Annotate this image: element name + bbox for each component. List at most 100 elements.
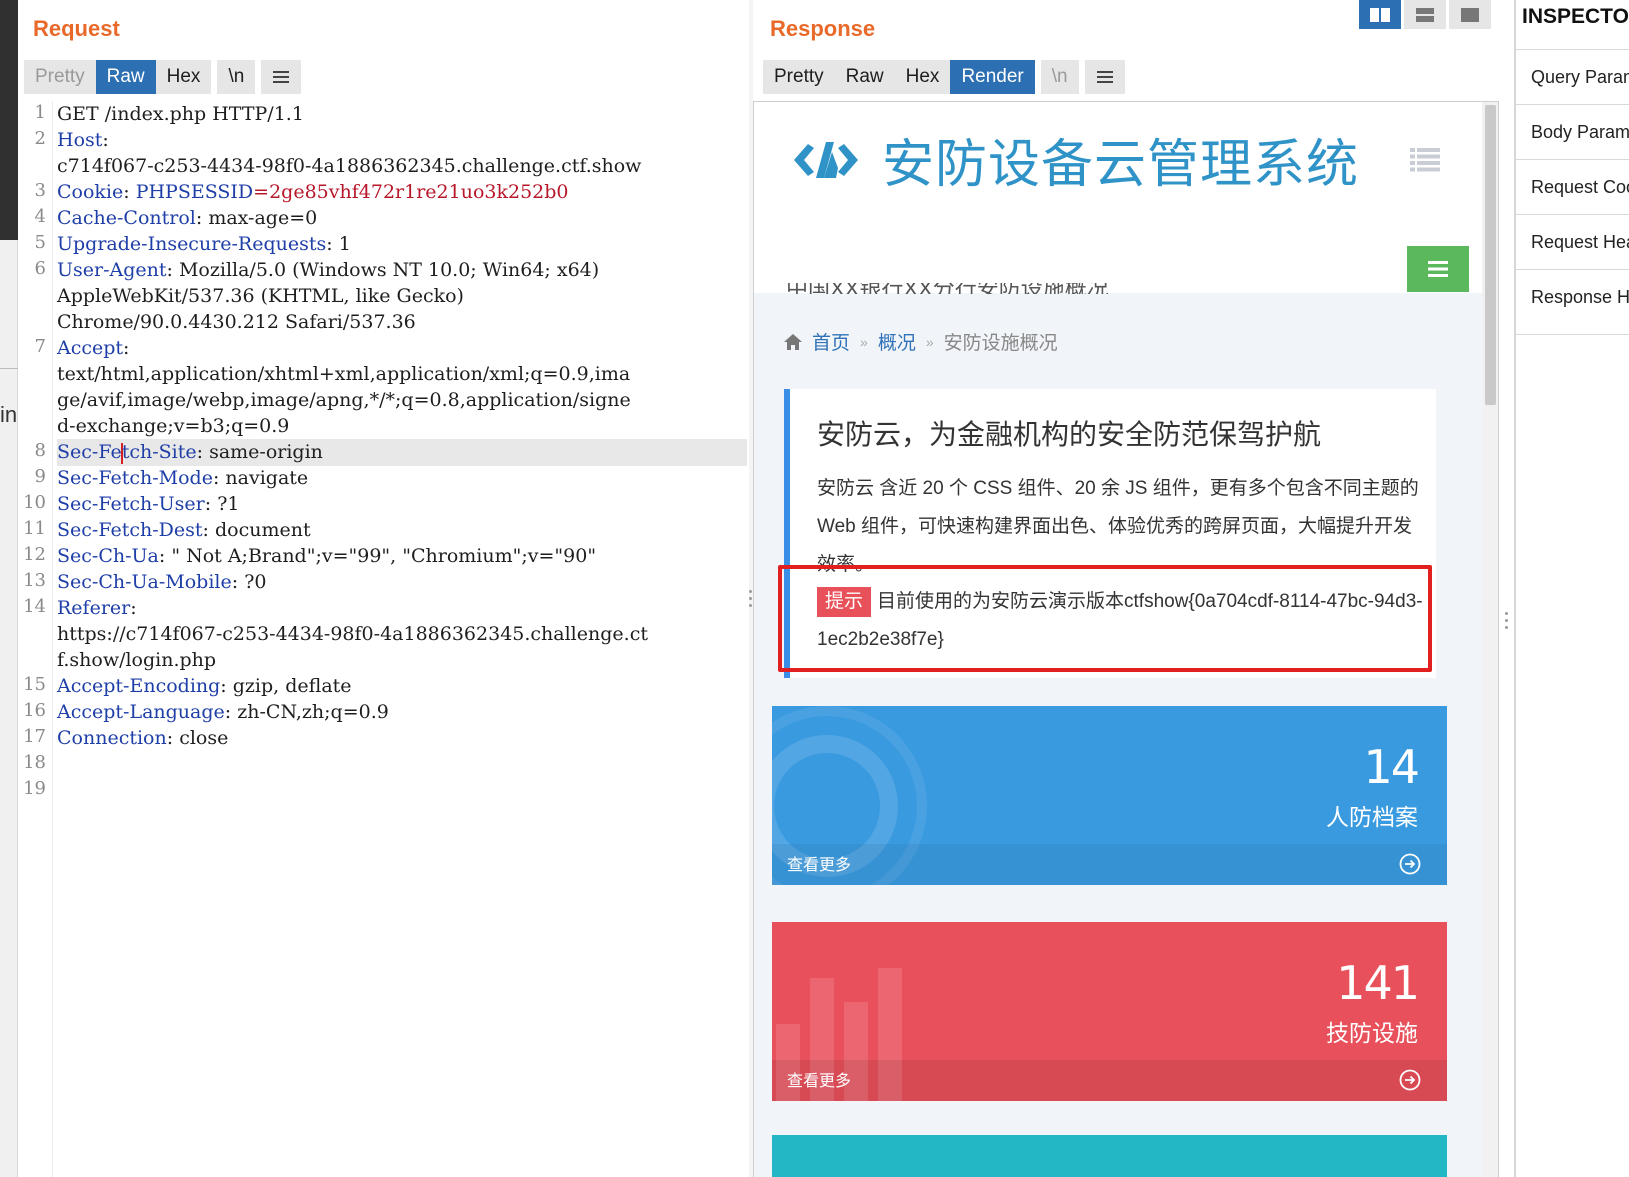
code-line[interactable] [57, 777, 747, 804]
hamburger-icon [273, 71, 290, 83]
tab-newline[interactable]: \n [217, 60, 256, 94]
code-line[interactable]: Connection: close [57, 725, 747, 752]
header-key: Accept [57, 337, 124, 359]
inspector-splitter[interactable] [1499, 0, 1515, 1177]
tab-pretty[interactable]: Pretty [24, 60, 96, 94]
header-separator: : [204, 493, 218, 515]
breadcrumb-overview[interactable]: 概况 [878, 328, 916, 355]
tab-raw[interactable]: Raw [95, 60, 156, 94]
inspector-query-parameters[interactable]: Query Parameters [1516, 49, 1629, 104]
code-line[interactable]: Accept-Language: zh-CN,zh;q=0.9 [57, 699, 747, 726]
horizontal-view-button[interactable] [1404, 0, 1446, 29]
breadcrumb-home[interactable]: 首页 [812, 328, 850, 355]
code-line[interactable]: User-Agent: Mozilla/5.0 (Windows NT 10.0… [57, 257, 747, 284]
menu-toggle-button[interactable] [1407, 246, 1469, 292]
header-value: ?0 [244, 571, 267, 593]
stat-footer[interactable] [772, 1060, 1447, 1101]
code-line[interactable]: GET /index.php HTTP/1.1 [57, 101, 747, 128]
code-line[interactable]: Cache-Control: max-age=0 [57, 205, 747, 232]
inspector-request-cookies[interactable]: Request Cookies [1516, 159, 1629, 214]
code-line[interactable]: Sec-Fetch-Mode: navigate [57, 465, 747, 492]
header-separator: : [220, 675, 233, 697]
code-line[interactable]: d-exchange;v=b3;q=0.9 [57, 413, 747, 440]
code-line[interactable]: Referer: [57, 595, 747, 622]
code-line[interactable]: Accept: [57, 335, 747, 362]
code-line[interactable]: https://c714f067-c253-4434-98f0-4a188636… [57, 621, 747, 648]
code-line[interactable]: Cookie: PHPSESSID=2ge85vhf472r1re21uo3k2… [57, 179, 747, 206]
line-number: 7 [34, 336, 46, 357]
header-value: AppleWebKit/537.36 (KHTML, like Gecko) [57, 285, 464, 307]
code-line[interactable]: Sec-Fetch-User: ?1 [57, 491, 747, 518]
header-key: User-Agent [57, 259, 167, 281]
code-line[interactable]: Host: [57, 127, 747, 154]
breadcrumb: 首页 » 概况 » 安防设施概况 [784, 328, 1058, 355]
split-view-button[interactable] [1359, 0, 1401, 29]
stat-value: 14 [1363, 740, 1420, 794]
code-line[interactable]: AppleWebKit/537.36 (KHTML, like Gecko) [57, 283, 747, 310]
response-title: Response [770, 16, 876, 41]
code-line[interactable]: Chrome/90.0.4430.212 Safari/537.36 [57, 309, 747, 336]
tab-render[interactable]: Render [950, 60, 1035, 94]
stat-footer[interactable] [772, 844, 1447, 885]
rendered-page[interactable]: 安防设备云管理系统 中国XX银行XX分行安防设施概况 首页 » 概况 » 安防设… [753, 101, 1499, 1177]
request-editor[interactable]: 1 2 3 4 5 6 7 8 9 10 11 12 13 14 15 16 17 18 19 GET /index… [18, 101, 749, 1177]
tab-hex[interactable]: Hex [155, 60, 212, 94]
header-value: Mozilla/5.0 (Windows NT 10.0; Win64; x64… [178, 259, 600, 281]
code-line[interactable]: Sec-Ch-Ua-Mobile: ?0 [57, 569, 747, 596]
header-separator: : [123, 181, 136, 203]
stat-card-tech-defense: 141 技防设施 查看更多 [772, 922, 1447, 1101]
header-separator: : [196, 441, 210, 463]
site-title: 安防设备云管理系统 [882, 135, 1360, 195]
header-value: " Not A;Brand";v="99", "Chromium";v="90" [171, 545, 597, 567]
tab-raw[interactable]: Raw [834, 60, 895, 94]
header-value: f.show/login.php [57, 649, 217, 671]
line-number: 8 [34, 440, 46, 461]
cookie-name: PHPSESSID [135, 181, 254, 203]
header-value: text/html,application/xhtml+xml,applicat… [57, 363, 631, 385]
highlight-annotation-box [778, 565, 1432, 672]
response-menu-button[interactable] [1084, 60, 1125, 94]
code-line[interactable]: Accept-Encoding: gzip, deflate [57, 673, 747, 700]
header-value: gzip, deflate [232, 675, 352, 697]
line-number: 12 [23, 544, 46, 565]
inspector-response-headers[interactable]: Response Headers [1516, 269, 1629, 324]
view-more-link[interactable]: 查看更多 [787, 1067, 851, 1091]
circle-arrow-icon[interactable] [1399, 1069, 1421, 1091]
code-line[interactable] [57, 751, 747, 778]
request-tabs: Pretty Raw Hex \n [24, 60, 302, 94]
code-line[interactable]: ge/avif,image/webp,image/apng,*/*;q=0.8,… [57, 387, 747, 414]
code-line[interactable]: f.show/login.php [57, 647, 747, 674]
view-more-link[interactable]: 查看更多 [787, 851, 851, 875]
request-menu-button[interactable] [261, 60, 302, 94]
hamburger-icon [1096, 71, 1113, 83]
header-value: same-origin [209, 441, 323, 463]
stat-label: 人防档案 [1326, 804, 1418, 830]
code-line-highlighted[interactable]: Sec-Fetch-Site: same-origin [57, 439, 747, 466]
code-line[interactable]: Sec-Ch-Ua: " Not A;Brand";v="99", "Chrom… [57, 543, 747, 570]
tab-pretty[interactable]: Pretty [763, 60, 835, 94]
header-value: Chrome/90.0.4430.212 Safari/537.36 [57, 311, 416, 333]
render-scrollbar-thumb[interactable] [1485, 105, 1496, 405]
inspector-request-headers[interactable]: Request Headers [1516, 214, 1629, 269]
circle-arrow-icon[interactable] [1399, 853, 1421, 875]
inspector-body-parameters[interactable]: Body Parameters [1516, 104, 1629, 159]
response-view-tab-group: Pretty Raw Hex Render [763, 60, 1035, 94]
inspector-divider [1516, 334, 1629, 335]
code-line[interactable]: Sec-Fetch-Dest: document [57, 517, 747, 544]
breadcrumb-separator: » [860, 333, 868, 350]
left-edge-text: in [0, 402, 18, 427]
code-line[interactable]: text/html,application/xhtml+xml,applicat… [57, 361, 747, 388]
code-line[interactable]: c714f067-c253-4434-98f0-4a1886362345.cha… [57, 153, 747, 180]
tabs-view-button[interactable] [1449, 0, 1491, 29]
splitter-grip[interactable] [1505, 612, 1509, 629]
list-icon[interactable] [1410, 148, 1440, 172]
stat-card-civil-defense: 14 人防档案 查看更多 [772, 706, 1447, 885]
line-number: 16 [23, 700, 46, 721]
page-heading-text: 中国XX银行XX分行安防设施概况 [786, 283, 1109, 294]
header-separator: : [158, 545, 172, 567]
tab-newline[interactable]: \n [1040, 60, 1079, 94]
header-value: d-exchange;v=b3;q=0.9 [57, 415, 290, 437]
tab-hex[interactable]: Hex [894, 60, 951, 94]
header-key: Accept-Language [57, 701, 225, 723]
code-line[interactable]: Upgrade-Insecure-Requests: 1 [57, 231, 747, 258]
